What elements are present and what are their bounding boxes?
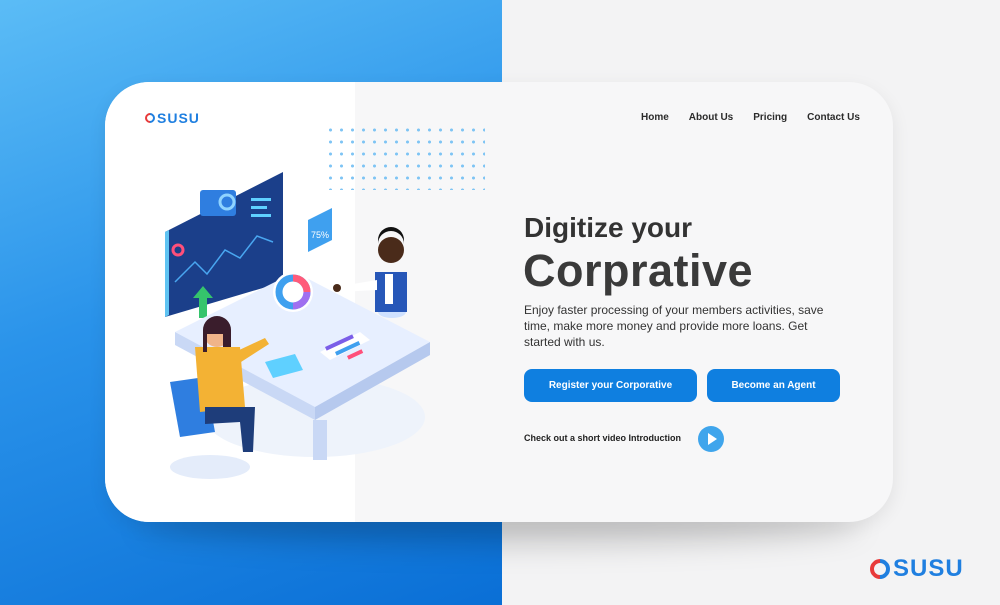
landing-card: SUSU 75% Home About Us Pricing Contact U… bbox=[105, 82, 893, 522]
percent-badge: 75% bbox=[308, 208, 332, 252]
main-nav: Home About Us Pricing Contact Us bbox=[641, 112, 860, 123]
nav-home[interactable]: Home bbox=[641, 112, 669, 123]
nav-contact-us[interactable]: Contact Us bbox=[807, 112, 860, 123]
brand-logo-text: SUSU bbox=[157, 110, 200, 126]
logo-mark-icon bbox=[865, 554, 895, 584]
nav-pricing[interactable]: Pricing bbox=[753, 112, 787, 123]
hero-title-line2: Corprative bbox=[523, 245, 754, 296]
hero-title-line1: Digitize your bbox=[524, 212, 693, 243]
hero-description: Enjoy faster processing of your members … bbox=[524, 303, 824, 349]
footer-brand-logo: SUSU bbox=[865, 554, 964, 584]
footer-brand-logo-text: SUSU bbox=[893, 555, 964, 582]
become-agent-button[interactable]: Become an Agent bbox=[707, 369, 840, 402]
register-corporative-button[interactable]: Register your Corporative bbox=[524, 369, 697, 402]
logo-mark-icon bbox=[142, 110, 158, 126]
nav-about-us[interactable]: About Us bbox=[689, 112, 733, 123]
play-icon[interactable] bbox=[698, 426, 724, 452]
donut-chart-icon bbox=[273, 272, 313, 312]
video-intro-text: Check out a short video Introduction bbox=[524, 433, 682, 443]
percent-badge-label: 75% bbox=[311, 230, 329, 240]
team-illustration: 75% bbox=[165, 172, 430, 479]
brand-logo[interactable]: SUSU bbox=[142, 110, 200, 126]
